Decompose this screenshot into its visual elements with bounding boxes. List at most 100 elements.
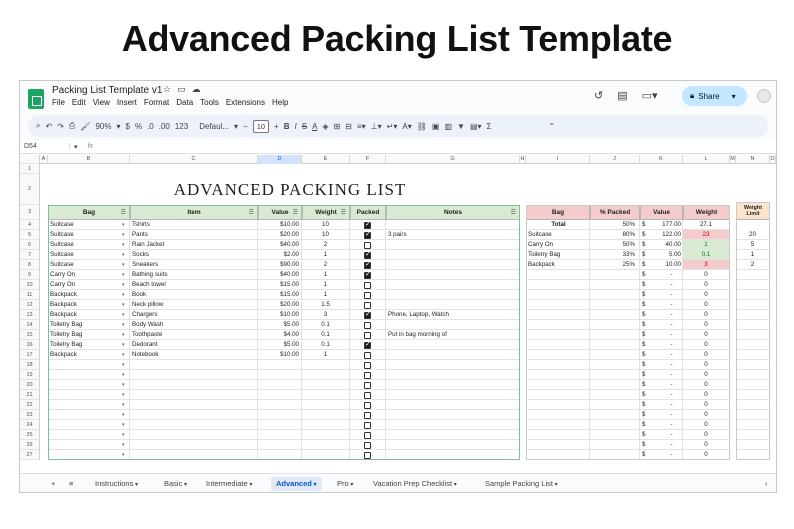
column-header-g[interactable]: G	[386, 155, 520, 164]
menu-edit[interactable]: Edit	[72, 98, 86, 107]
insert-comment-icon[interactable]: ▣	[432, 122, 440, 131]
borders-icon[interactable]: ⊞	[334, 122, 341, 131]
column-header-i[interactable]: I	[526, 155, 590, 164]
menu-help[interactable]: Help	[272, 98, 288, 107]
chevron-down-icon[interactable]: ▾	[732, 92, 736, 101]
chevron-down-icon[interactable]: ▾	[248, 482, 252, 488]
row-header-1[interactable]: 1	[20, 164, 40, 174]
strikethrough-button[interactable]: S	[302, 122, 307, 131]
print-icon[interactable]: ⎙	[69, 121, 75, 131]
wrap-icon[interactable]: ↵▾	[387, 122, 398, 131]
column-header-l[interactable]: L	[683, 155, 730, 164]
share-button[interactable]: 🔒︎ Share ▾	[682, 86, 747, 106]
collapse-toolbar-icon[interactable]: ⌃	[548, 122, 555, 131]
sheets-logo-icon[interactable]	[28, 89, 44, 109]
row-header-24[interactable]: 24	[20, 420, 40, 430]
all-sheets-icon[interactable]: ≡	[64, 477, 78, 491]
row-header-14[interactable]: 14	[20, 320, 40, 330]
row-header-6[interactable]: 6	[20, 240, 40, 250]
font-select[interactable]: Defaul...	[199, 122, 229, 131]
redo-icon[interactable]: ↷	[57, 122, 64, 131]
tab-instructions[interactable]: Instructions ▾	[90, 477, 143, 491]
decrease-decimal-button[interactable]: .0	[147, 122, 154, 131]
link-icon[interactable]: ⛓	[417, 122, 427, 131]
menu-insert[interactable]: Insert	[117, 98, 137, 107]
font-size-input[interactable]: 10	[252, 119, 270, 133]
row-header-15[interactable]: 15	[20, 330, 40, 340]
tab-sample-packing-list[interactable]: Sample Packing List ▾	[480, 477, 563, 491]
column-header-d[interactable]: D	[258, 155, 302, 164]
currency-button[interactable]: $	[125, 122, 129, 131]
row-header-3[interactable]: 3	[20, 205, 40, 220]
row-header-27[interactable]: 27	[20, 450, 40, 460]
chevron-down-icon[interactable]: ▾	[182, 482, 187, 488]
add-sheet-icon[interactable]: +	[46, 477, 60, 491]
row-header-16[interactable]: 16	[20, 340, 40, 350]
row-header-26[interactable]: 26	[20, 440, 40, 450]
filter-icon[interactable]: ▼	[457, 122, 465, 131]
row-header-12[interactable]: 12	[20, 300, 40, 310]
row-header-9[interactable]: 9	[20, 270, 40, 280]
column-header-n[interactable]: N	[736, 155, 770, 164]
text-color-button[interactable]: A	[312, 122, 317, 131]
row-header-23[interactable]: 23	[20, 410, 40, 420]
row-header-10[interactable]: 10	[20, 280, 40, 290]
menu-view[interactable]: View	[93, 98, 110, 107]
number-format-button[interactable]: 123	[175, 122, 188, 131]
corner-cell[interactable]	[20, 155, 40, 164]
italic-button[interactable]: I	[295, 122, 297, 131]
column-header-f[interactable]: F	[350, 155, 386, 164]
column-header-o[interactable]: O	[770, 155, 776, 164]
column-header-e[interactable]: E	[302, 155, 350, 164]
row-header-8[interactable]: 8	[20, 260, 40, 270]
row-header-2[interactable]: 2	[20, 174, 40, 205]
undo-icon[interactable]: ↶	[45, 122, 52, 131]
rotate-icon[interactable]: A▾	[402, 122, 411, 131]
row-header-13[interactable]: 13	[20, 310, 40, 320]
meet-icon[interactable]: ▭▾	[642, 89, 658, 102]
filter-views-icon[interactable]: ▤▾	[470, 122, 482, 131]
tab-advanced[interactable]: Advanced ▾	[271, 477, 322, 491]
row-header-4[interactable]: 4	[20, 220, 40, 230]
increase-decimal-button[interactable]: .00	[159, 122, 170, 131]
chevron-down-icon[interactable]: ▾	[234, 122, 238, 131]
search-icon[interactable]: ⌕	[36, 121, 40, 131]
merge-cells-icon[interactable]: ⊟	[345, 122, 352, 131]
tab-intermediate[interactable]: Intermediate ▾	[201, 477, 257, 491]
comment-icon[interactable]: ▤	[617, 89, 627, 102]
percent-button[interactable]: %	[135, 122, 142, 131]
row-header-19[interactable]: 19	[20, 370, 40, 380]
chevron-down-icon[interactable]: ▾	[452, 482, 457, 488]
tab-vacation-prep-checklist[interactable]: Vacation Prep Checklist ▾	[368, 477, 462, 491]
menu-extensions[interactable]: Extensions	[226, 98, 265, 107]
row-header-17[interactable]: 17	[20, 350, 40, 360]
move-folder-icon[interactable]: ▭	[177, 84, 186, 95]
star-icon[interactable]: ☆	[163, 84, 171, 95]
row-header-21[interactable]: 21	[20, 390, 40, 400]
paint-format-icon[interactable]: 🖌︎	[80, 122, 90, 131]
scroll-tabs-icon[interactable]: ‹	[760, 477, 773, 491]
vertical-align-icon[interactable]: ⊥▾	[371, 122, 382, 131]
functions-icon[interactable]: Σ	[487, 122, 492, 131]
row-header-5[interactable]: 5	[20, 230, 40, 240]
menu-tools[interactable]: Tools	[200, 98, 219, 107]
row-header-25[interactable]: 25	[20, 430, 40, 440]
menu-data[interactable]: Data	[176, 98, 193, 107]
menu-format[interactable]: Format	[144, 98, 169, 107]
column-header-k[interactable]: K	[640, 155, 683, 164]
doc-title[interactable]: Packing List Template v1	[52, 85, 162, 96]
font-size-minus-button[interactable]: −	[243, 122, 248, 131]
chevron-down-icon[interactable]: ▾	[312, 482, 317, 488]
chevron-down-icon[interactable]: ▾	[133, 482, 138, 488]
cloud-status-icon[interactable]: ☁	[192, 84, 201, 95]
chevron-down-icon[interactable]: ▾	[553, 482, 558, 488]
row-header-22[interactable]: 22	[20, 400, 40, 410]
column-header-a[interactable]: A	[40, 155, 48, 164]
bold-button[interactable]: B	[284, 122, 290, 131]
chevron-down-icon[interactable]: ▾	[349, 482, 353, 488]
column-header-b[interactable]: B	[48, 155, 130, 164]
spreadsheet-grid[interactable]: ABCDEFGHIJKLMNO ADVANCED PACKING LIST 12…	[20, 155, 776, 473]
align-icon[interactable]: ≡▾	[357, 122, 366, 131]
row-header-11[interactable]: 11	[20, 290, 40, 300]
row-header-18[interactable]: 18	[20, 360, 40, 370]
